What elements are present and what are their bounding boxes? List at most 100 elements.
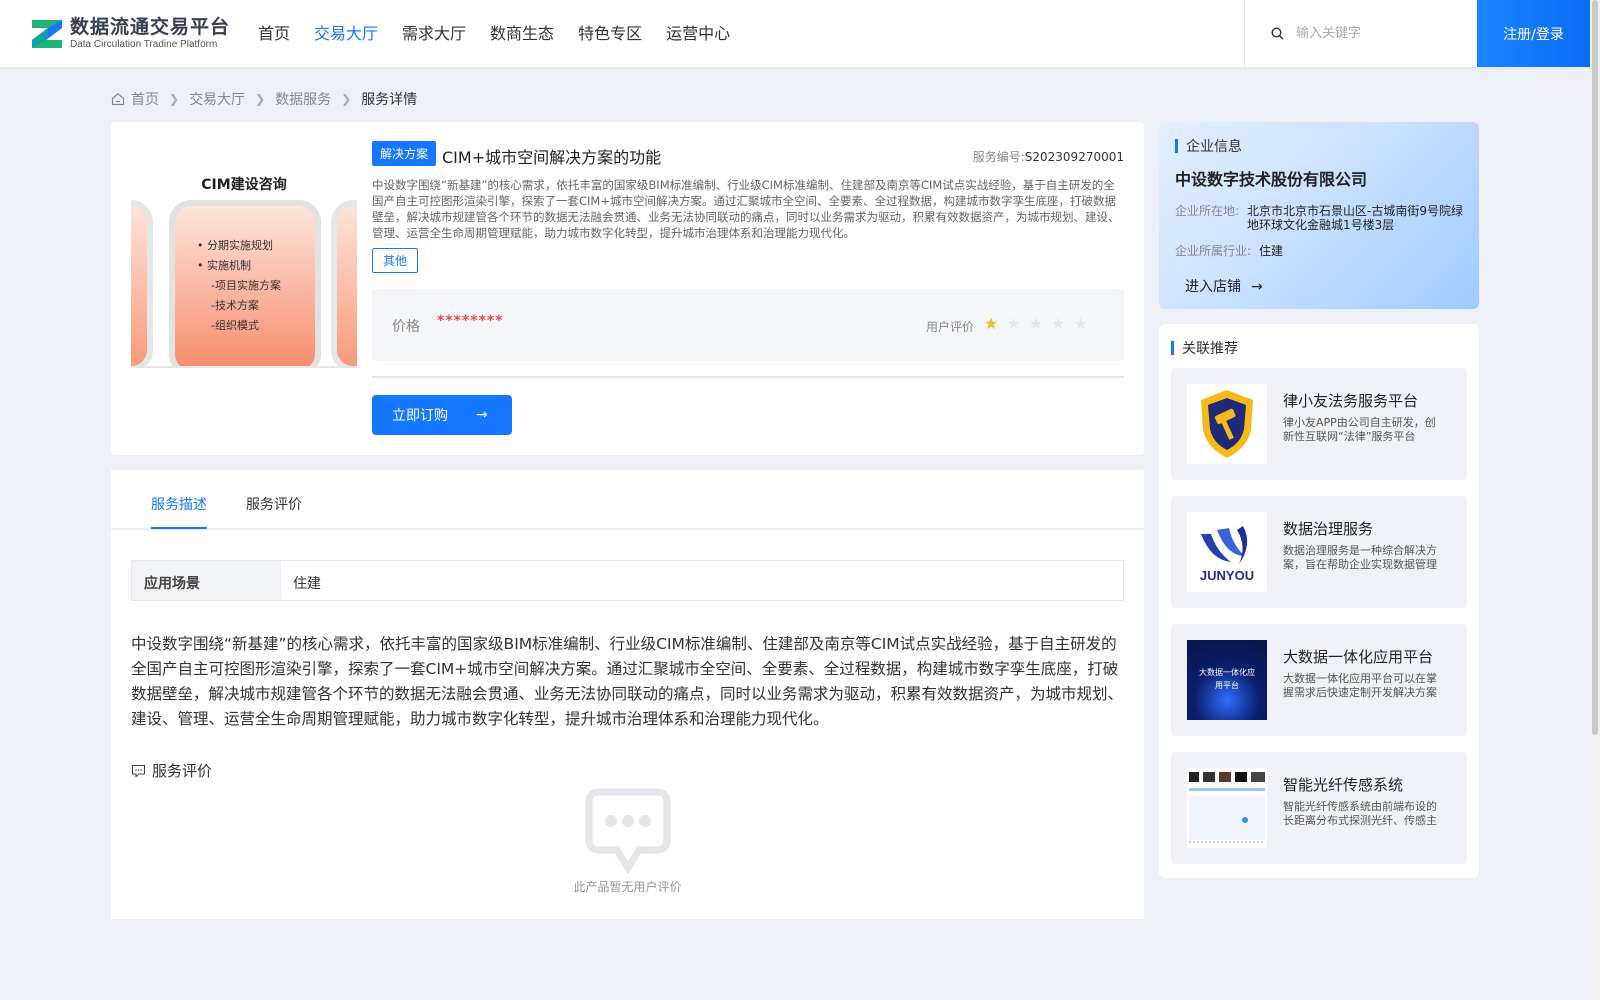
scene-key: 应用场景 — [132, 561, 281, 600]
recommend-item[interactable]: 大数据一体化应用平台 大数据一体化应用平台 大数据一体化应用平台可以在掌握需求后… — [1171, 624, 1467, 736]
logo-subtitle: Data Circulation Tradine Platform — [70, 39, 218, 50]
thumb-item: -技术方案 — [211, 299, 259, 312]
nav-home[interactable]: 首页 — [258, 22, 290, 46]
service-description-text: 中设数字围绕“新基建”的核心需求，依托丰富的国家级BIM标准编制、行业级CIM标… — [131, 635, 1124, 728]
service-detail-card: 服务描述 服务评价 应用场景 住建 中设数字围绕“新基建”的核心需求，依托丰富的… — [111, 470, 1144, 919]
review-title-text: 服务评价 — [152, 762, 213, 780]
recommend-name: 数据治理服务 — [1283, 520, 1374, 538]
thumbnail-next-slide — [331, 200, 357, 366]
recommend-image: 大数据一体化应用平台 — [1187, 640, 1267, 720]
chevron-right-icon: ❯ — [169, 92, 180, 106]
recommend-item[interactable]: 智能光纤传感系统 智能光纤传感系统由前端布设的长距离分布式探测光纤、传感主机 — [1171, 752, 1467, 864]
logo-icon — [32, 20, 62, 48]
tab-service-description[interactable]: 服务描述 — [151, 494, 207, 529]
recommend-name: 律小友法务服务平台 — [1283, 392, 1419, 410]
image-caption: 大数据一体化应用平台 — [1199, 668, 1255, 690]
title-bar — [1171, 341, 1174, 355]
nav-special-zone[interactable]: 特色专区 — [578, 22, 642, 46]
login-register-button[interactable]: 注册/登录 — [1477, 0, 1590, 67]
divider — [372, 376, 1124, 378]
breadcrumb-home[interactable]: 首页 — [131, 89, 159, 109]
recommend-image: JUNYOU — [1187, 512, 1267, 592]
star-empty-icon: ★ — [1006, 314, 1021, 333]
thumb-item: -组织模式 — [211, 319, 259, 332]
application-scene-table: 应用场景 住建 — [131, 560, 1124, 601]
scrollbar-thumb[interactable] — [1592, 0, 1598, 735]
recommend-desc: 大数据一体化应用平台可以在掌握需求后快速定制开发解决方案 — [1283, 672, 1437, 699]
nav-operation-center[interactable]: 运营中心 — [666, 22, 730, 46]
industry-value: 住建 — [1259, 244, 1284, 258]
thumbnail-main-slide: • 分期实施规划 • 实施机制 -项目实施方案 -技术方案 -组织模式 — [169, 200, 321, 366]
nav-ecosystem[interactable]: 数商生态 — [490, 22, 554, 46]
arrow-right-icon: → — [1251, 279, 1263, 295]
recommend-image — [1187, 768, 1267, 848]
platform-logo[interactable]: 数据流通交易平台 Data Circulation Tradine Platfo… — [28, 14, 230, 54]
recommend-image — [1187, 384, 1267, 464]
nav-demand-hall[interactable]: 需求大厅 — [402, 22, 466, 46]
main-nav: 首页 交易大厅 需求大厅 数商生态 特色专区 运营中心 — [258, 22, 754, 46]
company-name: 中设数字技术股份有限公司 — [1175, 170, 1368, 189]
detail-tabs: 服务描述 服务评价 — [111, 470, 1144, 530]
svg-text:JUNYOU: JUNYOU — [1200, 568, 1254, 583]
logo-title: 数据流通交易平台 — [70, 16, 231, 38]
star-filled-icon: ★ — [984, 314, 999, 333]
star-rating: ★ ★ ★ ★ ★ — [984, 314, 1096, 333]
product-description: 中设数字围绕“新基建”的核心需求，依托丰富的国家级BIM标准编制、行业级CIM标… — [372, 178, 1120, 240]
recommend-desc: 律小友APP由公司自主研发，创新性互联网“法律”服务平台 — [1283, 416, 1436, 443]
order-now-button[interactable]: 立即订购 → — [372, 395, 512, 435]
solution-tag: 解决方案 — [372, 141, 437, 166]
fiber-system-screenshot-icon — [1187, 768, 1267, 848]
company-industry-row: 企业所属行业: 住建 — [1175, 244, 1477, 258]
breadcrumb-trading-hall[interactable]: 交易大厅 — [189, 89, 245, 109]
recommend-item[interactable]: JUNYOU 数据治理服务 数据治理服务是一种综合解决方案，旨在帮助企业实现数据… — [1171, 496, 1467, 608]
search-box[interactable] — [1244, 0, 1477, 67]
search-icon — [1271, 27, 1284, 40]
recommend-section-title: 关联推荐 — [1171, 338, 1238, 358]
star-empty-icon: ★ — [1073, 314, 1088, 333]
related-recommendations: 关联推荐 律小友法务服务平台 律小友APP由公司自主研发，创新性互联网“法律”服… — [1159, 324, 1479, 878]
company-info-card: 企业信息 中设数字技术股份有限公司 企业所在地: 北京市北京市石景山区-古城南街… — [1159, 122, 1479, 309]
comment-icon — [131, 764, 146, 778]
breadcrumb-data-service[interactable]: 数据服务 — [275, 89, 331, 109]
empty-comment-icon — [585, 788, 671, 874]
recommend-desc: 智能光纤传感系统由前端布设的长距离分布式探测光纤、传感主机 — [1283, 800, 1437, 827]
thumbnail-title: CIM建设咨询 — [201, 177, 287, 193]
recommend-item[interactable]: 律小友法务服务平台 律小友APP由公司自主研发，创新性互联网“法律”服务平台 — [1171, 368, 1467, 480]
location-label: 企业所在地: — [1175, 204, 1240, 218]
tab-service-review[interactable]: 服务评价 — [246, 494, 302, 527]
page-scrollbar[interactable] — [1590, 0, 1600, 1000]
star-empty-icon: ★ — [1051, 314, 1066, 333]
category-tag[interactable]: 其他 — [372, 248, 419, 273]
empty-review-text: 此产品暂无用户评价 — [573, 880, 682, 894]
company-location-row: 企业所在地: 北京市北京市石景山区-古城南街9号院绿地环球文化金融城1号楼3层 — [1175, 204, 1465, 232]
thumbnail-prev-slide — [131, 200, 153, 366]
scene-value: 住建 — [293, 576, 321, 592]
rating-label: 用户评价 — [926, 320, 975, 334]
nav-trading-hall[interactable]: 交易大厅 — [314, 22, 378, 46]
thumb-item: • 实施机制 — [197, 259, 251, 272]
price-label: 价格 — [392, 319, 420, 335]
recommend-name: 大数据一体化应用平台 — [1283, 648, 1434, 666]
review-section-title: 服务评价 — [131, 760, 212, 781]
thumb-item: -项目实施方案 — [211, 279, 281, 292]
breadcrumb-current: 服务详情 — [361, 92, 418, 108]
thumb-item: • 分期实施规划 — [197, 239, 273, 252]
price-box: 价格 ******** 用户评价 ★ ★ ★ ★ ★ — [372, 289, 1124, 361]
chevron-right-icon: ❯ — [341, 92, 352, 106]
product-thumbnail[interactable]: • 分期实施规划 • 实施机制 -项目实施方案 -技术方案 -组织模式 CIM建… — [131, 142, 357, 368]
breadcrumb: 首页 ❯ 交易大厅 ❯ 数据服务 ❯ 服务详情 — [111, 89, 417, 109]
recommend-name: 智能光纤传感系统 — [1283, 776, 1404, 794]
location-value: 北京市北京市石景山区-古城南街9号院绿地环球文化金融城1号楼3层 — [1247, 204, 1463, 232]
recommend-desc: 数据治理服务是一种综合解决方案，旨在帮助企业实现数据管理 — [1283, 544, 1437, 571]
search-input[interactable] — [1296, 26, 1466, 41]
home-icon — [111, 93, 125, 106]
service-number: 服务编号:S202309270001 — [972, 150, 1124, 164]
company-section-title: 企业信息 — [1175, 136, 1242, 156]
product-title: CIM+城市空间解决方案的功能 — [442, 148, 662, 167]
junyou-logo-icon: JUNYOU — [1200, 526, 1254, 583]
enter-shop-link[interactable]: 进入店铺 → — [1185, 276, 1263, 296]
product-summary-card: • 分期实施规划 • 实施机制 -项目实施方案 -技术方案 -组织模式 CIM建… — [111, 122, 1144, 455]
title-bar — [1175, 139, 1178, 153]
price-value: ******** — [437, 313, 504, 329]
arrow-right-icon: → — [476, 407, 488, 423]
